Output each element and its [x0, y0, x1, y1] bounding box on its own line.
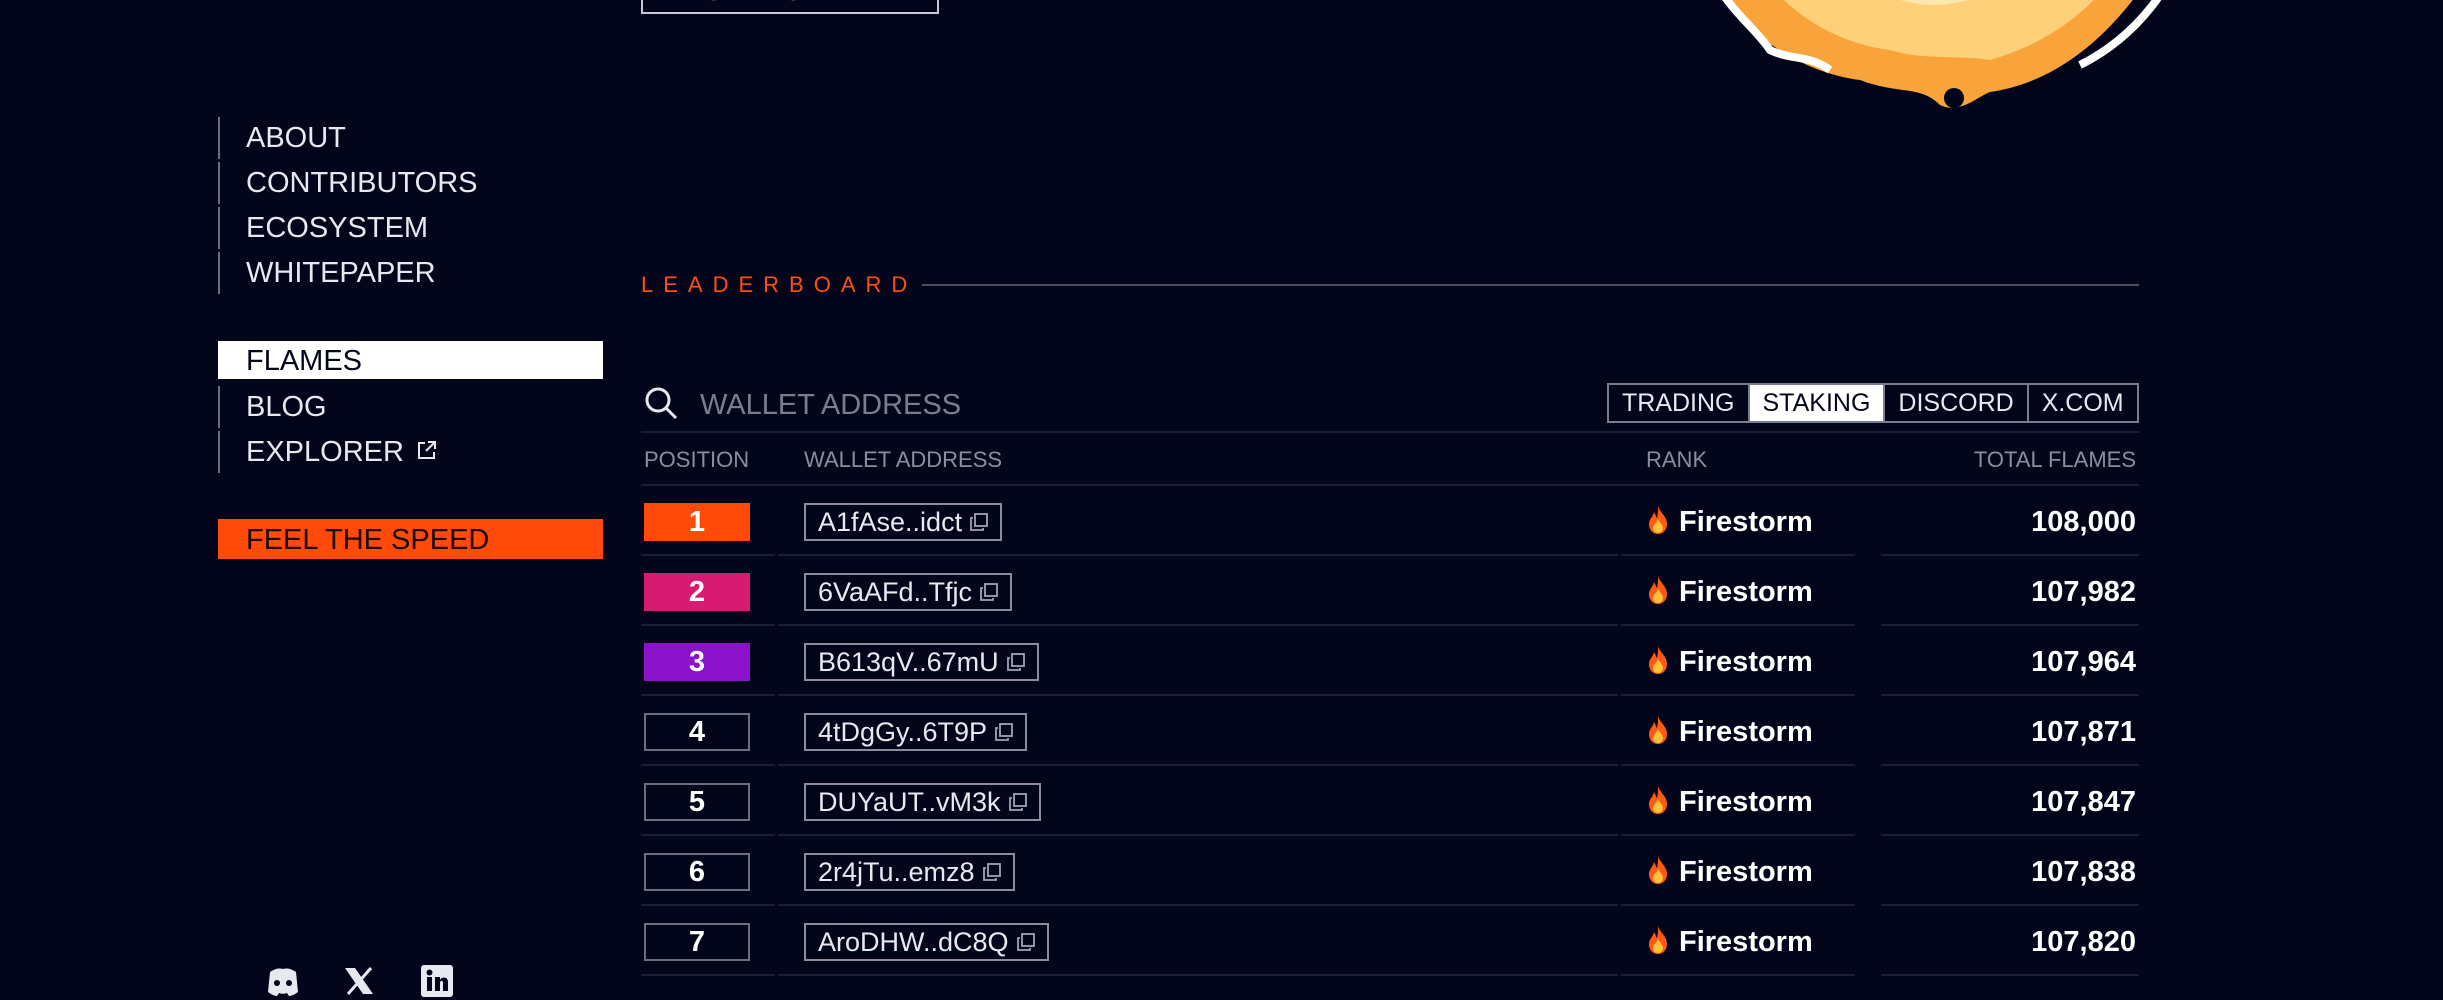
tab-staking[interactable]: STAKING [1749, 385, 1886, 421]
row-divider [1881, 974, 2139, 976]
column-header-total-flames: TOTAL FLAMES [1973, 447, 2136, 472]
rank-cell: Firestorm [1645, 923, 1813, 961]
column-header-position: POSITION [644, 447, 750, 472]
table-top-divider [641, 431, 2139, 433]
column-header-rank: RANK [1646, 447, 1708, 472]
rank-cell: Firestorm [1645, 643, 1813, 681]
table-row: 7 AroDHW..dC8Q Firestorm 107,820 [641, 906, 2139, 976]
sidebar-item-ecosystem[interactable]: ECOSYSTEM [218, 207, 603, 249]
feel-the-speed-button[interactable]: FEEL THE SPEED [218, 519, 603, 559]
sidebar-item-whitepaper[interactable]: WHITEPAPER [218, 252, 603, 294]
linkedin-icon[interactable] [418, 962, 456, 1000]
position-badge: 4 [644, 713, 750, 751]
rank-cell: Firestorm [1645, 713, 1813, 751]
discord-icon[interactable] [264, 962, 302, 1000]
how-to-earn-button[interactable]: HOW TO EARN [641, 0, 939, 14]
tab-trading[interactable]: TRADING [1609, 385, 1750, 421]
wallet-address-text: A1fAse..idct [818, 507, 963, 537]
wallet-search-input[interactable] [698, 382, 1302, 428]
wallet-address-text: 2r4jTu..emz8 [818, 857, 975, 887]
rank-cell: Firestorm [1645, 853, 1813, 891]
wallet-address-chip[interactable]: B613qV..67mU [804, 643, 1039, 681]
total-flames-value: 108,000 [2031, 506, 2136, 538]
row-divider [1621, 974, 1855, 976]
copy-icon[interactable] [970, 512, 988, 531]
external-link-icon [417, 441, 436, 460]
copy-icon[interactable] [1016, 932, 1035, 951]
wallet-address-chip[interactable]: DUYaUT..vM3k [804, 783, 1041, 821]
position-badge: 2 [644, 573, 750, 611]
tab-discord[interactable]: DISCORD [1885, 385, 2029, 421]
sidebar-item-explorer-label: EXPLORER [246, 436, 404, 468]
flame-icon [1649, 786, 1667, 815]
wallet-address-chip[interactable]: 6VaAFd..Tfjc [804, 573, 1013, 611]
rank-label: Firestorm [1679, 786, 1813, 818]
column-header-wallet: WALLET ADDRESS [804, 447, 1003, 472]
leaderboard-divider [922, 284, 2139, 286]
flame-icon [1649, 926, 1667, 955]
sidebar-item-about[interactable]: ABOUT [218, 117, 603, 159]
total-flames-value: 107,964 [2031, 646, 2136, 678]
copy-icon[interactable] [995, 722, 1013, 741]
flame-icon [1649, 506, 1667, 535]
sidebar-item-flames[interactable]: FLAMES [218, 341, 603, 379]
wallet-address-text: 4tDgGy..6T9P [818, 717, 988, 747]
flame-icon [1649, 716, 1667, 745]
position-badge: 1 [644, 503, 750, 541]
sidebar-item-explorer[interactable]: EXPLORER [218, 431, 603, 473]
wallet-address-chip[interactable]: 2r4jTu..emz8 [804, 853, 1015, 891]
total-flames-value: 107,820 [2031, 926, 2136, 958]
position-badge: 7 [644, 923, 750, 961]
wallet-address-chip[interactable]: AroDHW..dC8Q [804, 923, 1049, 961]
sidebar-item-contributors[interactable]: CONTRIBUTORS [218, 162, 603, 204]
row-divider [641, 974, 775, 976]
position-badge: 3 [644, 643, 750, 681]
rank-label: Firestorm [1679, 506, 1813, 538]
copy-icon[interactable] [982, 862, 1001, 881]
table-row: 5 DUYaUT..vM3k Firestorm 107,847 [641, 766, 2139, 836]
total-flames-value: 107,838 [2031, 856, 2136, 888]
rank-cell: Firestorm [1645, 573, 1813, 611]
total-flames-value: 107,982 [2031, 576, 2136, 608]
copy-icon[interactable] [1008, 792, 1027, 811]
flame-icon [1649, 576, 1667, 605]
table-row: 6 2r4jTu..emz8 Firestorm 107,838 [641, 836, 2139, 906]
tab-x-com[interactable]: X.COM [2029, 385, 2137, 421]
wallet-address-chip[interactable]: 4tDgGy..6T9P [804, 713, 1028, 751]
copy-icon[interactable] [1006, 652, 1025, 671]
table-row: 2 6VaAFd..Tfjc Firestorm 107,982 [641, 556, 2139, 626]
flame-icon [1649, 856, 1667, 885]
leaderboard-filter-tabs: TRADING STAKING DISCORD X.COM [1607, 383, 2139, 423]
table-row: 4 4tDgGy..6T9P Firestorm 107,871 [641, 696, 2139, 766]
sidebar-primary-nav: ABOUT CONTRIBUTORS ECOSYSTEM WHITEPAPER [218, 117, 603, 297]
wallet-address-text: 6VaAFd..Tfjc [818, 577, 973, 607]
rank-label: Firestorm [1679, 856, 1813, 888]
sidebar-item-blog[interactable]: BLOG [218, 386, 603, 428]
x-icon[interactable] [340, 962, 378, 1000]
table-row: 1 A1fAse..idct Firestorm 108,000 [641, 486, 2139, 556]
rank-label: Firestorm [1679, 646, 1813, 678]
wallet-address-text: AroDHW..dC8Q [818, 927, 1009, 957]
wallet-address-text: B613qV..67mU [818, 647, 999, 677]
flame-icon [1649, 646, 1667, 675]
wallet-address-chip[interactable]: A1fAse..idct [804, 503, 1003, 541]
position-badge: 5 [644, 783, 750, 821]
fireball-graphic [1722, 0, 2162, 108]
total-flames-value: 107,847 [2031, 786, 2136, 818]
sidebar-secondary-nav: FLAMES BLOG EXPLORER [218, 341, 603, 476]
copy-icon[interactable] [980, 582, 998, 601]
rank-cell: Firestorm [1645, 503, 1813, 541]
position-badge: 6 [644, 853, 750, 891]
rank-label: Firestorm [1679, 576, 1813, 608]
wallet-address-text: DUYaUT..vM3k [818, 787, 1001, 817]
total-flames-value: 107,871 [2031, 716, 2136, 748]
leaderboard-title: LEADERBOARD [641, 272, 918, 297]
rank-cell: Firestorm [1645, 783, 1813, 821]
row-divider [778, 974, 1618, 976]
rank-label: Firestorm [1679, 716, 1813, 748]
table-row: 3 B613qV..67mU Firestorm 107,964 [641, 626, 2139, 696]
search-icon [645, 387, 678, 420]
rank-label: Firestorm [1679, 926, 1813, 958]
